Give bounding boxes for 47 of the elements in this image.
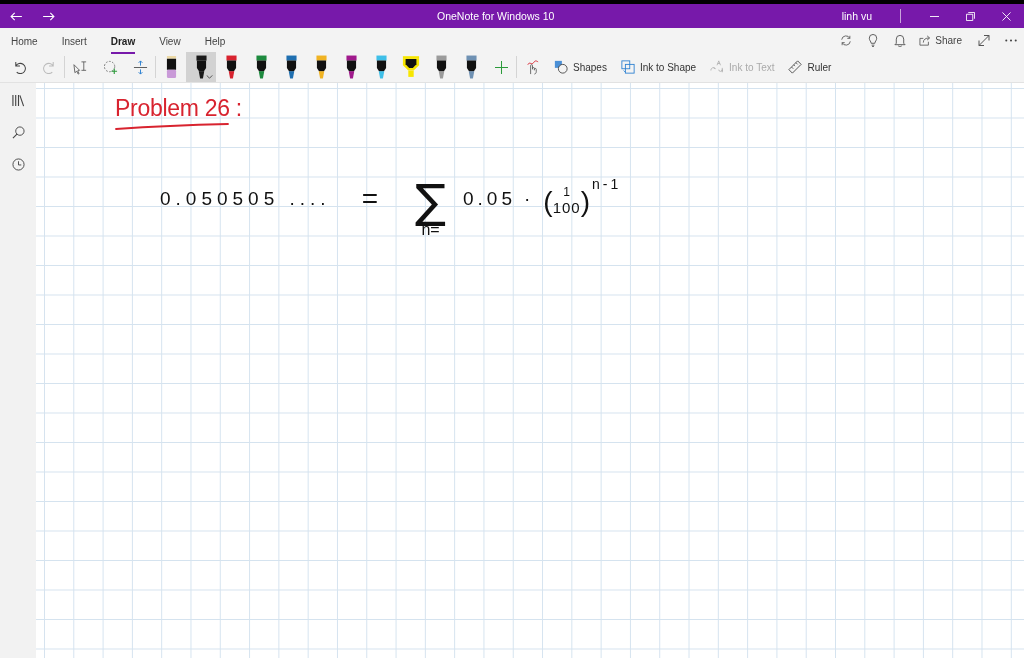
handwritten-title: Problem 26 : <box>115 94 242 122</box>
forward-arrow-icon <box>41 11 55 21</box>
expand-arrow-icon <box>977 33 990 47</box>
equals-sign: = <box>361 183 378 215</box>
tab[interactable]: View <box>159 28 181 54</box>
tab[interactable]: Draw <box>110 28 136 54</box>
shapes-button[interactable]: Shapes <box>547 52 614 82</box>
back-arrow-icon <box>9 11 23 21</box>
coefficient: 0.05 <box>463 188 516 210</box>
ink-to-shape-button[interactable]: Ink to Shape <box>613 52 704 82</box>
plus-icon <box>494 60 508 74</box>
numerator: 1 <box>563 186 570 199</box>
user-name[interactable]: linh vu <box>841 10 872 22</box>
search-icon <box>11 125 25 139</box>
open-parenthesis: ( <box>543 185 553 219</box>
ruler-button[interactable]: Ruler <box>781 52 839 82</box>
more-icon <box>1004 38 1017 42</box>
clock-icon <box>11 157 25 171</box>
redo-icon <box>42 60 56 74</box>
undo-icon <box>12 60 26 74</box>
caret-icon <box>206 75 213 79</box>
handwritten-number: 0.050505 .... <box>160 188 331 210</box>
window-title: OneNote for Windows 10 <box>437 10 555 22</box>
share-button[interactable]: Share <box>913 28 970 52</box>
lightbulb-icon <box>866 33 879 47</box>
tab[interactable]: Home <box>11 28 38 54</box>
tab[interactable]: Help <box>204 28 226 54</box>
shapes-icon <box>554 60 568 74</box>
ruler-icon <box>788 60 803 74</box>
cursor-text-icon <box>72 59 88 75</box>
denominator: 100 <box>552 199 581 216</box>
restore-icon <box>965 11 975 21</box>
close-parenthesis: ) <box>580 185 590 219</box>
books-icon <box>11 93 25 107</box>
exponent: n-1 <box>592 176 622 192</box>
hand-squiggle-icon <box>524 59 540 75</box>
share-icon <box>919 34 932 46</box>
close-icon <box>1001 11 1011 21</box>
ink-to-text-icon <box>710 60 725 74</box>
multiply-dot: · <box>524 188 531 210</box>
pen-button[interactable] <box>186 52 216 82</box>
tab[interactable]: Insert <box>61 28 87 54</box>
bell-icon <box>893 33 906 47</box>
ink-to-shape-icon <box>620 60 635 74</box>
sync-icon <box>839 33 852 47</box>
lasso-icon <box>102 59 118 75</box>
add-space-icon <box>132 59 148 75</box>
